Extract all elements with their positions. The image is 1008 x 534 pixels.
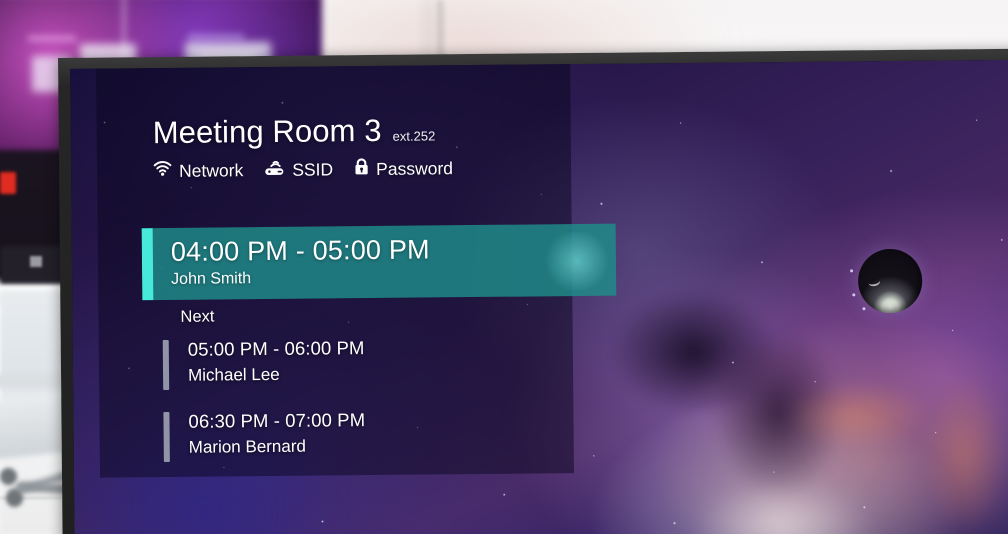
upcoming-meeting-time: 06:30 PM - 07:00 PM	[188, 409, 366, 432]
ssid-info-item: SSID	[264, 159, 333, 181]
router-icon	[264, 159, 285, 180]
upcoming-meeting-time: 05:00 PM - 06:00 PM	[187, 337, 365, 360]
upcoming-meeting-accent-bar	[163, 411, 170, 463]
background-monitor-text	[188, 34, 244, 39]
chair-caster	[0, 468, 17, 485]
current-meeting-body: 04:00 PM - 05:00 PM John Smith	[153, 225, 431, 300]
network-info-item: Network	[153, 160, 243, 182]
room-title-row: Meeting Room 3 ext.252	[153, 112, 453, 151]
moon-sparkle	[850, 269, 854, 273]
chair-caster	[6, 490, 23, 507]
current-meeting-organizer: John Smith	[171, 270, 252, 289]
upcoming-meeting-accent-bar	[162, 339, 170, 391]
password-info-item: Password	[354, 157, 453, 180]
upcoming-meeting-body: 06:30 PM - 07:00 PM Marion Bernard	[188, 409, 366, 462]
ssid-label: SSID	[292, 158, 334, 180]
current-meeting-accent-bar	[141, 228, 154, 301]
lock-icon	[354, 158, 369, 180]
room-extension: ext.252	[392, 128, 436, 144]
wifi-icon	[153, 161, 172, 181]
upcoming-meeting-item[interactable]: 06:30 PM - 07:00 PM Marion Bernard	[163, 408, 563, 463]
network-label: Network	[178, 159, 244, 181]
display-screen: Meeting Room 3 ext.252 Network SSID Pass…	[70, 59, 1008, 534]
office-chair-arm	[0, 374, 66, 388]
current-meeting-card[interactable]: 04:00 PM - 05:00 PM John Smith	[141, 223, 617, 301]
screenshot-root: Meeting Room 3 ext.252 Network SSID Pass…	[0, 0, 1008, 534]
moon-sparkle	[862, 307, 866, 311]
next-section-heading: Next	[180, 307, 215, 326]
upcoming-meeting-item[interactable]: 05:00 PM - 06:00 PM Michael Lee	[162, 336, 563, 391]
panel-header: Meeting Room 3 ext.252 Network SSID Pass…	[153, 112, 454, 182]
upcoming-meeting-body: 05:00 PM - 06:00 PM Michael Lee	[187, 337, 365, 390]
upcoming-meeting-organizer: Marion Bernard	[188, 436, 306, 457]
room-name: Meeting Room 3	[152, 112, 382, 151]
background-monitor-text	[28, 36, 76, 41]
upcoming-meetings-list: 05:00 PM - 06:00 PM Michael Lee 06:30 PM…	[162, 336, 564, 484]
upcoming-meeting-organizer: Michael Lee	[187, 364, 280, 385]
background-app-icon	[0, 172, 16, 194]
connection-info-row: Network SSID Password	[153, 157, 453, 182]
password-label: Password	[376, 157, 454, 179]
moon-sparkle	[852, 293, 856, 297]
background-taskbar-icon	[30, 256, 42, 267]
current-meeting-time: 04:00 PM - 05:00 PM	[170, 234, 430, 267]
display-bezel: Meeting Room 3 ext.252 Network SSID Pass…	[58, 48, 1008, 534]
